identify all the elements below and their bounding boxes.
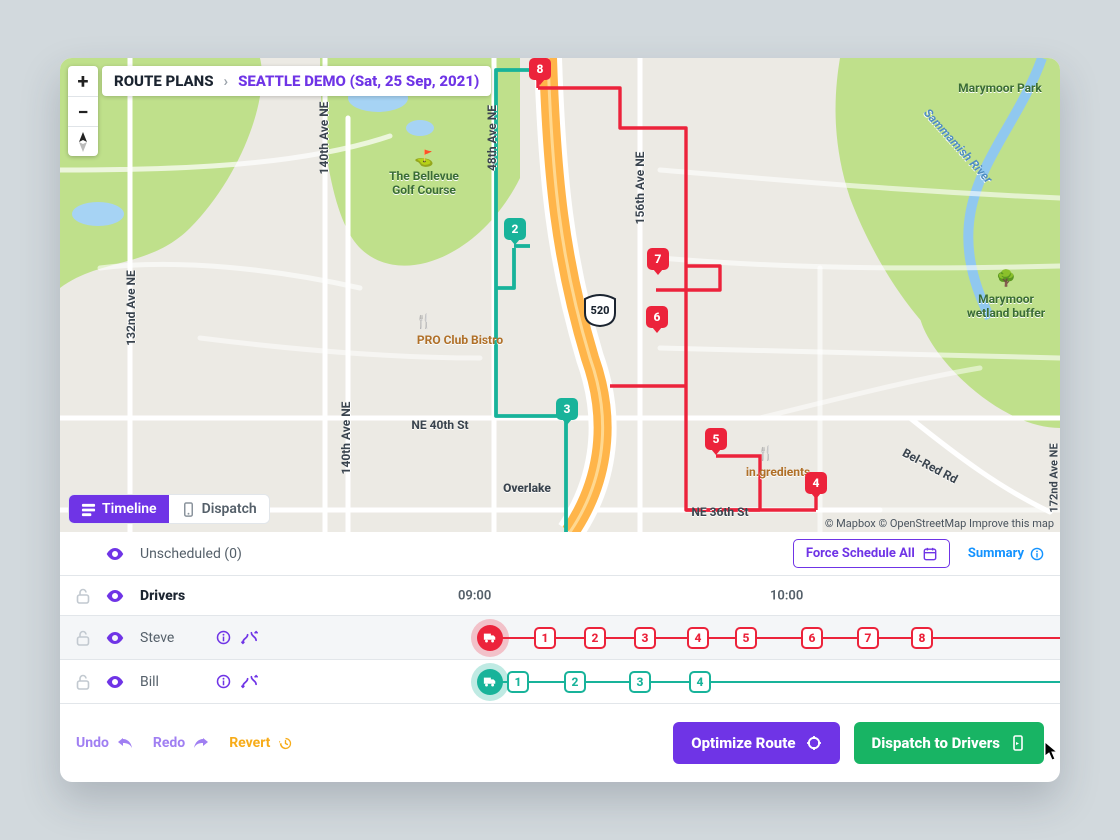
driver-row-steve: Steve 1 2 3 4 5 6 7 8: [60, 616, 1060, 660]
time-tick-1000: 10:00: [770, 588, 803, 603]
lock-toggle-driver[interactable]: [76, 630, 90, 646]
map-stop-pin-6[interactable]: 6: [646, 306, 668, 334]
driver-timeline[interactable]: 1 2 3 4: [440, 660, 1060, 703]
time-tick-0900: 09:00: [458, 588, 491, 603]
drivers-label: Drivers: [140, 588, 185, 604]
map-stop-pin-7[interactable]: 7: [647, 248, 669, 276]
map-stop-pin-8[interactable]: 8: [529, 58, 551, 86]
poi-proclub: PRO Club Bistro: [417, 333, 503, 347]
map-attribution: © Mapbox © OpenStreetMap Improve this ma…: [825, 517, 1054, 530]
tab-timeline[interactable]: Timeline: [69, 495, 169, 523]
undo-button[interactable]: Undo: [76, 735, 133, 751]
map-stop-pin-5[interactable]: 5: [705, 428, 727, 456]
app-card: + − ROUTE PLANS › SEATTLE DEMO (Sat, 25 …: [60, 58, 1060, 782]
send-to-device-icon: [1010, 735, 1026, 751]
history-icon: [278, 736, 293, 751]
timeline-stop-2[interactable]: 2: [584, 627, 606, 649]
driver-info-icon[interactable]: [216, 630, 231, 645]
road-label-140r: 140th Ave NE: [339, 402, 353, 475]
visibility-toggle-all[interactable]: [106, 589, 124, 603]
place-overlake: Overlake: [503, 481, 551, 495]
panel-footer: Undo Redo Revert Optimize Route: [60, 704, 1060, 782]
breadcrumb-plan[interactable]: SEATTLE DEMO (Sat, 25 Sep, 2021): [238, 72, 479, 90]
map-stop-pin-3[interactable]: 3: [556, 398, 578, 426]
restaurant-icon-2: 🍴: [757, 446, 774, 462]
timeline-stop-8[interactable]: 8: [911, 627, 933, 649]
timeline-panel: Unscheduled (0) Force Schedule All Summa…: [60, 532, 1060, 782]
dispatch-to-drivers-button[interactable]: Dispatch to Drivers: [854, 722, 1044, 764]
tab-timeline-label: Timeline: [102, 501, 157, 517]
timeline-stop-1[interactable]: 1: [534, 627, 556, 649]
undo-icon: [117, 736, 133, 750]
place-marymoor: Marymoor Park: [958, 81, 1042, 95]
tab-dispatch[interactable]: Dispatch: [169, 495, 269, 523]
timeline-stop-4[interactable]: 4: [689, 671, 711, 693]
road-label-ne36th: NE 36th St: [691, 505, 748, 519]
lock-toggle-driver[interactable]: [76, 674, 90, 690]
driver-route-icon[interactable]: [241, 630, 258, 645]
revert-button[interactable]: Revert: [229, 735, 293, 751]
timeline-icon: [81, 502, 96, 517]
road-label-156: 156th Ave NE: [633, 152, 647, 225]
driver-route-icon[interactable]: [241, 674, 258, 689]
poi-ingredients: in.gredients: [746, 465, 810, 479]
visibility-toggle-driver[interactable]: [106, 631, 124, 645]
reset-north-button[interactable]: [68, 126, 98, 156]
timeline-stop-3[interactable]: 3: [634, 627, 656, 649]
map-zoom-control: + −: [68, 66, 98, 156]
calendar-icon: [923, 547, 937, 561]
optimize-route-button[interactable]: Optimize Route: [673, 722, 839, 764]
driver-name: Bill: [140, 674, 200, 690]
golf-icon: ⛳: [414, 149, 434, 168]
redo-button[interactable]: Redo: [153, 735, 209, 751]
info-icon: [1030, 547, 1044, 561]
driver-timeline[interactable]: 1 2 3 4 5 6 7 8: [440, 616, 1060, 659]
restaurant-icon: 🍴: [415, 314, 432, 330]
driver-name: Steve: [140, 630, 200, 646]
timeline-stop-6[interactable]: 6: [801, 627, 823, 649]
road-label-132nd: 132nd Ave NE: [124, 270, 138, 346]
target-icon: [806, 735, 822, 751]
timeline-stop-3[interactable]: 3: [629, 671, 651, 693]
timeline-header-axis: 09:00 10:00: [440, 576, 1060, 615]
map-canvas[interactable]: + − ROUTE PLANS › SEATTLE DEMO (Sat, 25 …: [60, 58, 1060, 532]
panel-tabs: Timeline Dispatch: [68, 494, 270, 524]
road-shield-520: 520: [583, 293, 617, 327]
breadcrumb-root[interactable]: ROUTE PLANS: [114, 72, 214, 90]
timeline-stop-7[interactable]: 7: [857, 627, 879, 649]
tree-icon: 🌳: [996, 269, 1016, 288]
visibility-toggle-driver[interactable]: [106, 675, 124, 689]
road-label-ne40th: NE 40th St: [411, 418, 468, 432]
tab-dispatch-label: Dispatch: [202, 501, 257, 517]
redo-icon: [193, 736, 209, 750]
driver-row-bill: Bill 1 2 3 4: [60, 660, 1060, 704]
breadcrumb: ROUTE PLANS › SEATTLE DEMO (Sat, 25 Sep,…: [102, 66, 491, 96]
zoom-in-button[interactable]: +: [68, 66, 98, 96]
route-start-icon[interactable]: [477, 625, 503, 651]
zoom-out-button[interactable]: −: [68, 96, 98, 126]
road-label-140l: 140th Ave NE: [317, 102, 331, 175]
place-wetland: Marymoor wetland buffer: [967, 292, 1045, 320]
timeline-stop-5[interactable]: 5: [735, 627, 757, 649]
row-unscheduled: Unscheduled (0) Force Schedule All Summa…: [60, 532, 1060, 576]
force-schedule-all-button[interactable]: Force Schedule All: [793, 539, 950, 568]
timeline-stop-1[interactable]: 1: [507, 671, 529, 693]
timeline-stop-4[interactable]: 4: [687, 627, 709, 649]
road-label-148: 48th Ave NE: [485, 105, 499, 171]
visibility-toggle-unscheduled[interactable]: [106, 547, 124, 561]
driver-info-icon[interactable]: [216, 674, 231, 689]
phone-icon: [181, 502, 196, 517]
chevron-right-icon: ›: [224, 72, 229, 90]
lock-toggle-all[interactable]: [76, 588, 90, 604]
summary-link[interactable]: Summary: [968, 546, 1044, 561]
timeline-stop-2[interactable]: 2: [564, 671, 586, 693]
map-stop-pin-2[interactable]: 2: [504, 218, 526, 246]
map-stop-pin-4[interactable]: 4: [805, 472, 827, 500]
unscheduled-label: Unscheduled (0): [140, 546, 242, 562]
row-drivers-header: Drivers 09:00 10:00: [60, 576, 1060, 616]
place-bellevue-golf: The Bellevue Golf Course: [389, 169, 459, 197]
route-start-icon[interactable]: [477, 669, 503, 695]
road-label-172: 172nd Ave NE: [1048, 443, 1061, 512]
